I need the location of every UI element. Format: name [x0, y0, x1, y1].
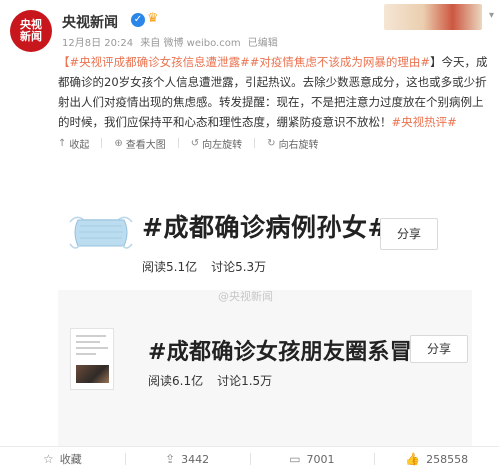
image-toolbar: ↑ 收起 ⊕ 查看大图 ↺ 向左旋转 ↻ 向右旋转: [58, 134, 338, 152]
edited-label: 已编辑: [247, 38, 278, 49]
doc-line: [76, 335, 106, 337]
topic-link-2[interactable]: #对疫情焦虑不该成为网暴的理由#: [250, 55, 430, 69]
view-large-button[interactable]: ⊕ 查看大图: [114, 136, 165, 151]
post-header: 央视 新闻 央视新闻 ✓ ♛ 12月8日 20:24 来自 微博 weibo.c…: [10, 4, 494, 52]
rotate-right-label: 向右旋转: [278, 139, 319, 151]
comment-count: 7001: [306, 452, 335, 466]
share-button-2: 分享: [410, 335, 468, 363]
post-meta: 12月8日 20:24 来自 微博 weibo.com 已编辑: [62, 34, 282, 49]
like-count: 258558: [426, 452, 469, 466]
comment-icon: ▭: [289, 452, 301, 466]
like-button[interactable]: 👍 258558: [374, 448, 499, 470]
post-image[interactable]: #成都确诊病例孙女# 阅读5.1亿 讨论5.3万 分享 #成都确诊女孩朋友圈系冒用…: [58, 160, 472, 446]
read-count-2: 阅读6.1亿: [148, 374, 204, 388]
rotate-right-button[interactable]: ↻ 向右旋转: [267, 136, 318, 151]
comment-button[interactable]: ▭ 7001: [249, 448, 375, 470]
topic-title-2: #成都确诊女孩朋友圈系冒用#: [148, 340, 454, 365]
view-large-label: 查看大图: [125, 139, 166, 151]
action-divider: [0, 446, 499, 447]
discussion-count-2: 讨论1.5万: [217, 374, 273, 388]
collapse-button[interactable]: ↑ 收起: [58, 136, 89, 151]
doc-line: [76, 341, 100, 343]
toolbar-divider: [101, 138, 103, 148]
repost-icon: ⇪: [165, 452, 176, 466]
post-text: 【#央视评成都确诊女孩信息遭泄露##对疫情焦虑不该成为网暴的理由#】今天，成都确…: [58, 52, 494, 132]
avatar-text-2: 新闻: [20, 30, 42, 43]
discussion-count-1: 讨论5.3万: [211, 260, 267, 274]
header-banner: [384, 4, 482, 30]
action-bar: ☆ 收藏 ⇪ 3442 ▭ 7001 👍 258558: [0, 448, 499, 470]
share-button-1: 分享: [380, 218, 438, 250]
topic-link-1[interactable]: 【#央视评成都确诊女孩信息遭泄露#: [58, 55, 250, 69]
favorite-button[interactable]: ☆ 收藏: [0, 448, 125, 470]
topic-stats-1: 阅读5.1亿 讨论5.3万: [142, 258, 266, 275]
document-thumbnail: [70, 328, 114, 390]
user-name[interactable]: 央视新闻: [62, 12, 118, 32]
chevron-down-icon[interactable]: ▾: [489, 10, 494, 21]
rotate-left-icon: ↺: [190, 137, 200, 149]
topic-card-1: #成都确诊病例孙女# 阅读5.1亿 讨论5.3万 分享: [58, 160, 472, 290]
face-mask-image: [69, 216, 133, 249]
image-watermark: @央视新闻: [218, 290, 273, 303]
post-date[interactable]: 12月8日 20:24: [62, 38, 133, 49]
zoom-icon: ⊕: [114, 137, 123, 149]
rotate-left-button[interactable]: ↺ 向左旋转: [191, 136, 242, 151]
favorite-label: 收藏: [59, 453, 82, 466]
crown-icon: ♛: [147, 11, 159, 26]
doc-line: [76, 353, 96, 355]
verified-icon: ✓: [131, 13, 145, 27]
topic-link-3[interactable]: #央视热评#: [392, 115, 457, 129]
read-count-1: 阅读5.1亿: [142, 260, 198, 274]
post-source[interactable]: 来自 微博 weibo.com: [140, 38, 240, 49]
topic-stats-2: 阅读6.1亿 讨论1.5万: [148, 372, 272, 389]
rotate-left-label: 向左旋转: [202, 139, 243, 151]
toolbar-divider: [254, 138, 256, 148]
repost-count: 3442: [181, 452, 210, 466]
rotate-right-icon: ↻: [267, 137, 276, 149]
doc-line: [76, 347, 108, 349]
topic-card-2: #成都确诊女孩朋友圈系冒用# 阅读6.1亿 讨论1.5万 分享: [58, 290, 472, 446]
collapse-icon: ↑: [58, 137, 67, 149]
toolbar-divider: [177, 138, 179, 148]
avatar[interactable]: 央视 新闻: [10, 10, 52, 52]
topic-title-1: #成都确诊病例孙女#: [142, 213, 389, 242]
doc-photo: [76, 365, 109, 383]
star-icon: ☆: [42, 452, 54, 466]
repost-button[interactable]: ⇪ 3442: [124, 448, 250, 470]
like-icon: 👍: [405, 452, 421, 466]
collapse-label: 收起: [69, 139, 90, 151]
